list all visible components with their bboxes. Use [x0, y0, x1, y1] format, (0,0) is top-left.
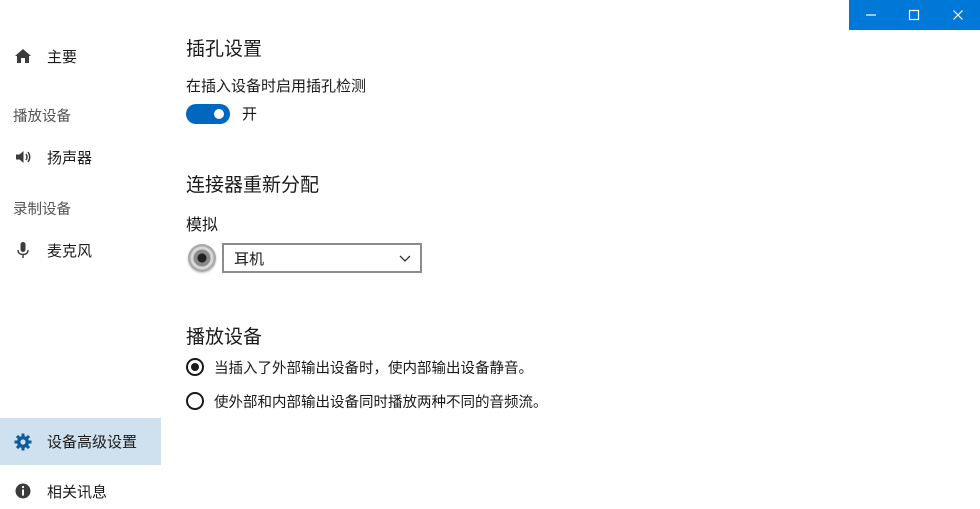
audio-jack-icon	[188, 244, 216, 272]
home-icon	[13, 46, 33, 66]
sidebar-section-recording: 录制设备	[13, 202, 71, 218]
radio-option-mute-internal[interactable]: 当插入了外部输出设备时，使内部输出设备静音。	[186, 356, 533, 378]
sidebar: 主要 播放设备 扬声器 录制设备 麦克风 设备高级设置 相关讯息	[0, 0, 161, 501]
sidebar-item-label: 麦克风	[47, 241, 93, 260]
jack-settings-title: 插孔设置	[186, 38, 263, 60]
radio-button[interactable]	[186, 392, 204, 410]
connector-type-dropdown[interactable]: 耳机	[222, 243, 422, 273]
sidebar-item-label: 设备高级设置	[47, 433, 138, 451]
speaker-icon	[13, 147, 33, 167]
toggle-knob	[214, 109, 224, 119]
info-icon	[13, 481, 33, 501]
microphone-icon	[13, 240, 33, 260]
radio-label: 使外部和内部输出设备同时播放两种不同的音频流。	[214, 394, 548, 411]
connector-reassign-title: 连接器重新分配	[186, 174, 320, 196]
toggle-state-label: 开	[242, 105, 258, 123]
sidebar-item-label: 扬声器	[47, 148, 93, 167]
dropdown-selected-value: 耳机	[234, 250, 265, 268]
sidebar-item-microphone[interactable]: 麦克风	[0, 232, 161, 268]
gear-icon	[13, 432, 33, 452]
sidebar-item-label: 相关讯息	[47, 482, 108, 501]
radio-option-dual-stream[interactable]: 使外部和内部输出设备同时播放两种不同的音频流。	[186, 390, 548, 412]
main-content: 插孔设置 在插入设备时启用插孔检测 开 连接器重新分配 模拟 耳机 播放设备 当…	[186, 0, 966, 500]
sidebar-section-playback: 播放设备	[13, 109, 71, 125]
sidebar-item-related-info[interactable]: 相关讯息	[0, 473, 161, 509]
sidebar-item-label: 主要	[47, 47, 78, 66]
analog-label: 模拟	[186, 215, 219, 234]
radio-button[interactable]	[186, 358, 204, 376]
sidebar-item-advanced-settings[interactable]: 设备高级设置	[0, 418, 161, 465]
sidebar-item-speaker[interactable]: 扬声器	[0, 139, 161, 175]
radio-label: 当插入了外部输出设备时，使内部输出设备静音。	[214, 360, 533, 377]
playback-devices-title: 播放设备	[186, 326, 263, 348]
chevron-down-icon	[399, 255, 411, 262]
sidebar-item-home[interactable]: 主要	[0, 38, 161, 74]
jack-detection-label: 在插入设备时启用插孔检测	[186, 77, 367, 95]
jack-detection-toggle[interactable]	[186, 104, 230, 124]
